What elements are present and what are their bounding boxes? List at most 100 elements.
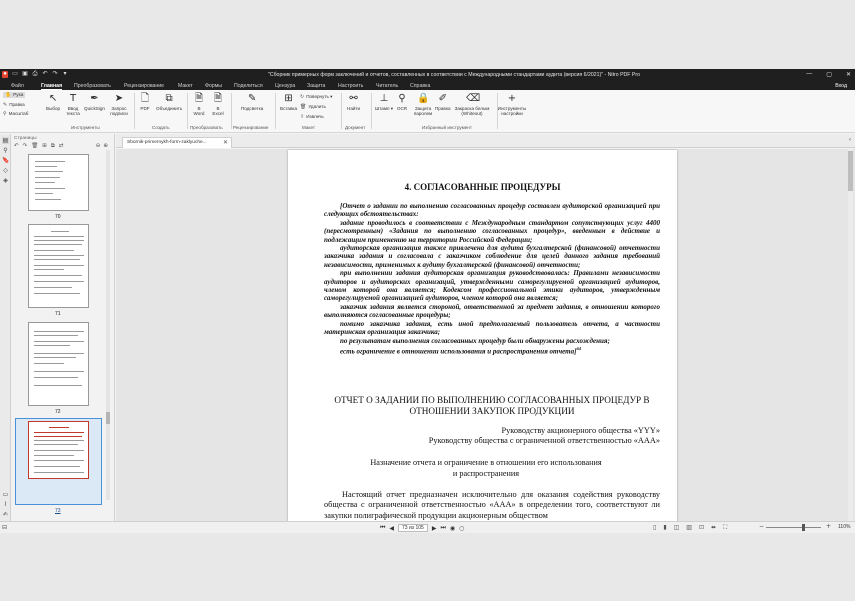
replace-page-icon[interactable]: ⇄ xyxy=(59,143,64,150)
customize-qa-icon[interactable]: ▾ xyxy=(62,71,68,77)
stamp-button[interactable]: ⊥ Штамп ▾ xyxy=(375,93,393,111)
rotate-left-icon[interactable]: ↶ xyxy=(14,143,19,150)
page-thumbnail-current[interactable] xyxy=(28,421,89,479)
continuous-icon[interactable]: ▮ xyxy=(663,524,666,532)
whiteout-button[interactable]: ⌫ Закраска белым (Whiteout) xyxy=(452,93,492,116)
to-word-button[interactable]: 🗎 В Word xyxy=(192,93,206,116)
close-icon[interactable]: ✕ xyxy=(846,71,851,78)
page-thumbnail[interactable] xyxy=(28,154,89,211)
menu-file[interactable]: Файл xyxy=(11,83,24,89)
last-page-icon[interactable]: ⏭ xyxy=(440,524,445,532)
save-icon[interactable]: ▣ xyxy=(22,71,28,77)
customize-tools-button[interactable]: + Инструменты настройки xyxy=(495,93,529,116)
highlight-button[interactable]: ✎ Подсветка xyxy=(241,93,263,111)
fullscreen-icon[interactable]: ⛶ xyxy=(723,524,727,532)
group-favorites-label: Избранный инструмент xyxy=(422,125,472,130)
redo-icon[interactable]: ↷ xyxy=(52,71,58,77)
ocr-button[interactable]: ⚲ OCR xyxy=(396,93,408,111)
open-icon[interactable]: ▭ xyxy=(12,71,18,77)
request-sign-button[interactable]: ➤ Запрос подписи xyxy=(108,93,130,116)
menu-layout[interactable]: Макет xyxy=(178,83,193,89)
find-button[interactable]: ⚯ Найти xyxy=(347,93,360,111)
scroll-thumb[interactable] xyxy=(106,412,110,424)
ribbon-separator xyxy=(275,93,276,129)
cursor-icon: ↖ xyxy=(48,93,58,104)
menu-customize[interactable]: Настроить xyxy=(338,83,363,89)
tag-icon[interactable]: ◇ xyxy=(2,167,9,174)
menu-convert[interactable]: Преобразовать xyxy=(74,83,111,89)
document-tab[interactable]: Sbornik-primernykh-form-zaklyuche... ✕ xyxy=(122,137,232,148)
insert-page-icon[interactable]: ⊞ xyxy=(42,143,47,150)
tab-list-chevron-icon[interactable]: ‹ xyxy=(849,137,851,143)
thumb-zoom-tools: ⊖ ⊕ xyxy=(96,143,108,149)
panel-toggle-icon[interactable]: ⊟ xyxy=(2,524,7,531)
viewer-scrollbar[interactable] xyxy=(848,149,853,521)
select-button[interactable]: ↖ Выбор xyxy=(46,93,60,111)
combine-button[interactable]: ⧉ Объединить xyxy=(156,93,182,111)
protect-password-button[interactable]: 🔒 Защита паролем xyxy=(412,93,434,116)
bookmark-icon[interactable]: 🔖 xyxy=(2,157,9,164)
single-page-icon[interactable]: ▯ xyxy=(653,524,656,532)
hand-tool[interactable]: ✋ Рука xyxy=(3,92,26,98)
extract-page-icon[interactable]: ⧉ xyxy=(51,143,55,150)
insert-button[interactable]: ⊞ Вставка xyxy=(280,93,297,111)
intro-paragraph: при выполнении задания аудиторская орган… xyxy=(324,269,660,303)
delete-page-icon[interactable]: 🗑 xyxy=(31,143,38,150)
edit-tool[interactable]: ✎ Правка xyxy=(3,102,25,108)
first-page-icon[interactable]: ⏮ xyxy=(380,524,385,532)
layers-icon[interactable]: ◈ xyxy=(2,177,9,184)
back-view-icon[interactable]: ◉ xyxy=(450,525,455,532)
type-text-button[interactable]: T Ввод текста xyxy=(65,93,81,116)
login-button[interactable]: Вход xyxy=(835,83,847,89)
menu-review[interactable]: Рецензирование xyxy=(124,83,164,89)
zoom-in-icon[interactable]: + xyxy=(826,523,831,530)
zoom-slider-knob[interactable] xyxy=(802,524,805,531)
pages-panel-icon[interactable]: ▤ xyxy=(2,137,9,144)
menu-help[interactable]: Справка xyxy=(410,83,430,89)
page-thumbnail[interactable] xyxy=(28,322,89,406)
comments-icon[interactable]: ▭ xyxy=(2,491,9,498)
page-thumbnail[interactable] xyxy=(28,224,89,308)
forward-view-icon[interactable]: ○ xyxy=(459,525,464,532)
fit-page-icon[interactable]: ⊡ xyxy=(699,524,704,532)
menu-home[interactable]: Главная xyxy=(41,83,63,90)
minimize-icon[interactable]: — xyxy=(806,71,812,78)
search-icon[interactable]: ⚲ xyxy=(2,147,9,154)
scroll-thumb[interactable] xyxy=(848,151,853,191)
to-excel-button[interactable]: 🗎 В Excel xyxy=(211,93,225,116)
thumbnails-scrollbar[interactable] xyxy=(106,150,110,500)
facing-continuous-icon[interactable]: ▥ xyxy=(686,524,692,532)
extract-icon: ⇪ xyxy=(300,114,305,120)
pdf-button[interactable]: 🗋 PDF xyxy=(139,93,151,111)
next-page-icon[interactable]: ▶ xyxy=(432,525,437,532)
close-tab-icon[interactable]: ✕ xyxy=(223,139,228,146)
delete-button[interactable]: 🗑 Удалить xyxy=(300,104,326,110)
prev-page-icon[interactable]: ◀ xyxy=(389,525,394,532)
footnote-ref[interactable]: 64 xyxy=(576,346,581,351)
menu-redact[interactable]: Цензура xyxy=(275,83,295,89)
zoom-out-icon[interactable]: − xyxy=(759,523,764,530)
fit-width-icon[interactable]: ⬌ xyxy=(711,524,716,532)
page-indicator[interactable]: 73 из 105 xyxy=(398,524,428,532)
rotate-button[interactable]: ↻ Повернуть ▾ xyxy=(300,94,332,100)
quicksign-button[interactable]: ✒ QuickSign xyxy=(84,93,105,111)
zoom-level[interactable]: 110% xyxy=(838,524,850,530)
zoom-out-icon[interactable]: ⊖ xyxy=(96,143,101,149)
rotate-right-icon[interactable]: ↷ xyxy=(23,143,28,150)
attachment-icon[interactable]: ⌇ xyxy=(2,501,9,508)
menu-forms[interactable]: Формы xyxy=(205,83,222,89)
edit-button[interactable]: ✐ Правка xyxy=(435,93,451,111)
menu-reader[interactable]: Читатель xyxy=(376,83,398,89)
print-icon[interactable]: ⎙ xyxy=(32,71,38,77)
facing-icon[interactable]: ◫ xyxy=(674,524,680,532)
zoom-tool[interactable]: ⚲ Масштаб xyxy=(3,111,28,117)
menu-share[interactable]: Поделиться xyxy=(234,83,263,89)
zoom-in-icon[interactable]: ⊕ xyxy=(103,143,108,149)
signature-icon[interactable]: ✍ xyxy=(2,511,9,518)
extract-button[interactable]: ⇪ Извлечь xyxy=(300,114,324,120)
send-icon: ➤ xyxy=(114,93,124,104)
menu-protect[interactable]: Защита xyxy=(307,83,325,89)
maximize-icon[interactable]: ▢ xyxy=(826,71,832,78)
zoom-slider[interactable] xyxy=(766,524,821,531)
undo-icon[interactable]: ↶ xyxy=(42,71,48,77)
